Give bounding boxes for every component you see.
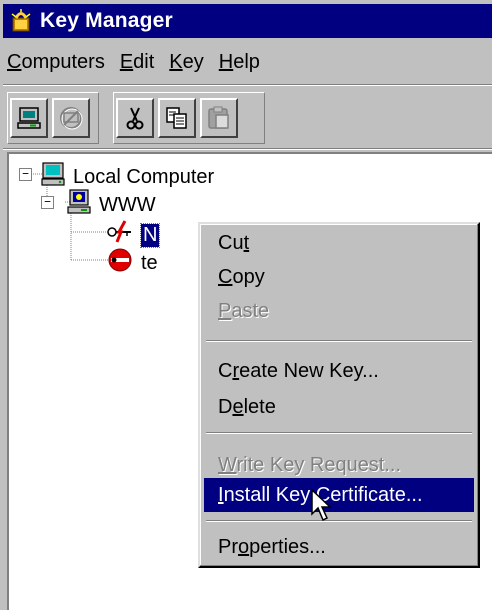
menu-item-cut[interactable]: Cut <box>204 226 474 260</box>
copy-icon <box>164 105 190 131</box>
window-title: Key Manager <box>40 9 173 32</box>
connect-computer-button[interactable] <box>10 98 48 138</box>
server-icon <box>65 188 93 222</box>
key-manager-icon <box>10 8 34 34</box>
menu-item-create-new-key[interactable]: Create New Key... <box>204 354 474 388</box>
paste-label-accel: P <box>218 300 232 322</box>
tree-label-local-computer: Local Computer <box>73 165 215 188</box>
tree-label-new-key: N <box>139 222 161 248</box>
copy-label-post: opy <box>232 266 265 288</box>
menu-edit[interactable]: Edit <box>116 51 165 74</box>
cut-label-pre: Cu <box>218 232 244 254</box>
title-bar[interactable]: Key Manager <box>3 4 492 38</box>
delete-label-post: lete <box>243 396 276 418</box>
menu-item-paste[interactable]: Paste <box>204 294 474 328</box>
menu-help-label: elp <box>233 50 260 73</box>
toolbar-group-computers <box>7 92 99 144</box>
toolbar-divider <box>3 148 492 150</box>
menu-edit-accel: E <box>119 50 134 73</box>
delete-label-pre: D <box>218 396 233 418</box>
menu-computers-accel: C <box>7 50 22 73</box>
properties-label-pre: Pr <box>218 536 238 558</box>
cut-button[interactable] <box>116 98 154 138</box>
connect-computer-icon <box>16 105 42 131</box>
tree-label-www: WWW <box>99 193 156 216</box>
server-collapse-button[interactable]: − <box>41 196 54 209</box>
menu-key[interactable]: Key <box>165 51 214 74</box>
toolbar-group-clipboard <box>113 92 265 144</box>
disconnect-button[interactable] <box>52 98 90 138</box>
paste-icon <box>206 105 232 131</box>
menu-edit-label: dit <box>133 50 155 73</box>
menu-key-accel: K <box>169 50 183 73</box>
menu-item-install-key-certificate[interactable]: Install Key Certificate... <box>204 478 474 512</box>
write-label-accel: W <box>218 454 237 476</box>
properties-label-post: perties... <box>249 536 326 558</box>
copy-label-accel: C <box>218 266 233 288</box>
tree-label-second-key: te <box>141 251 158 274</box>
disconnect-icon <box>58 105 84 131</box>
cut-icon <box>122 105 148 131</box>
paste-button[interactable] <box>200 98 238 138</box>
paste-label-post: aste <box>231 300 270 322</box>
cut-label-accel: t <box>243 232 250 254</box>
menu-item-copy[interactable]: Copy <box>204 260 474 294</box>
menu-help-accel: H <box>218 50 234 73</box>
menu-computers-label: omputers <box>21 50 105 73</box>
menu-computers[interactable]: Computers <box>3 51 116 74</box>
menu-divider <box>3 84 492 86</box>
menu-separator <box>206 340 472 342</box>
arrow-cursor-icon <box>310 488 334 529</box>
write-label-post: rite Key Request... <box>236 454 402 476</box>
delete-label-accel: e <box>232 396 244 418</box>
tree-node-second-key[interactable]: te <box>105 246 158 280</box>
menu-item-write-key-request[interactable]: Write Key Request... <box>204 448 474 482</box>
menu-bar: Computers Edit Key Help <box>3 44 492 80</box>
menu-separator <box>206 520 472 522</box>
menu-item-delete[interactable]: Delete <box>204 390 474 424</box>
create-label-pre: C <box>218 360 233 382</box>
tree-node-www[interactable]: WWW <box>65 188 156 222</box>
menu-help[interactable]: Help <box>215 51 271 74</box>
copy-button[interactable] <box>158 98 196 138</box>
context-menu: Cut Copy Paste Create New Key... Delete … <box>198 222 480 568</box>
toolbar <box>3 88 492 146</box>
menu-separator <box>206 432 472 434</box>
root-collapse-button[interactable]: − <box>19 168 32 181</box>
computer-icon <box>39 160 67 194</box>
no-entry-key-icon <box>105 246 135 280</box>
create-label-post: eate New Key... <box>239 360 379 382</box>
key-manager-window: Key Manager Computers Edit Key Help − Lo… <box>0 0 492 610</box>
menu-item-properties[interactable]: Properties... <box>204 530 474 564</box>
properties-label-accel: o <box>238 536 250 558</box>
menu-key-label: ey <box>182 50 204 73</box>
